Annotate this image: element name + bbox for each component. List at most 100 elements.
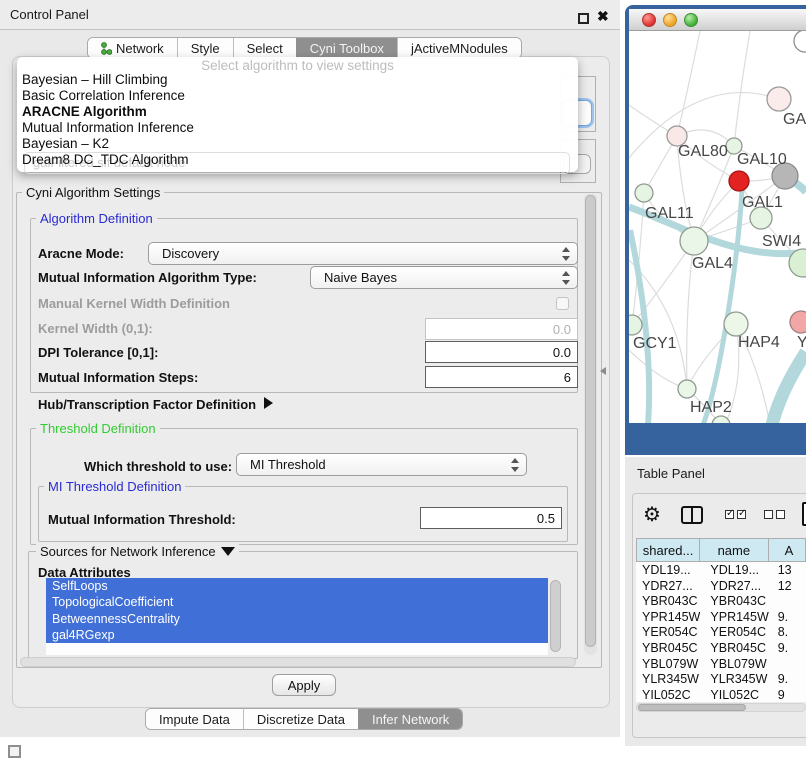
stepper-icon — [561, 271, 570, 285]
tab-discretize-data[interactable]: Discretize Data — [243, 709, 358, 729]
tab-label: Impute Data — [159, 712, 230, 727]
tab-impute-data[interactable]: Impute Data — [146, 709, 243, 729]
algorithm-option[interactable]: Bayesian – K2 — [22, 136, 573, 152]
manual-kernel-checkbox[interactable] — [556, 297, 569, 310]
column-layout-icon[interactable] — [681, 506, 703, 524]
scrollbar-thumb[interactable] — [638, 704, 746, 711]
algorithm-option[interactable]: Dream8 DC_TDC Algorithm — [22, 152, 573, 168]
network-canvas[interactable]: GALGAL80GAL10GAL1GAL11GAL4SWI4GCY1HAP4YH… — [629, 31, 806, 423]
network-node[interactable] — [678, 380, 696, 398]
select-all-rows-icon[interactable] — [725, 510, 746, 519]
checked-checkbox-icon — [737, 510, 746, 519]
scrollbar-thumb[interactable] — [585, 195, 596, 647]
attribute-item[interactable]: TopologicalCoefficient — [46, 594, 548, 610]
network-node[interactable] — [729, 171, 749, 191]
network-node[interactable] — [794, 31, 806, 52]
table-row[interactable]: YLR345WYLR345W9. — [636, 671, 806, 687]
attribute-item[interactable]: SelfLoops — [46, 578, 548, 594]
node-label: HAP4 — [738, 334, 780, 351]
tab-label: Cyni Toolbox — [310, 41, 384, 56]
algorithm-dropdown-popup: galFiltered.sif default node Select algo… — [17, 57, 578, 172]
close-traffic-light-icon[interactable] — [642, 13, 656, 27]
algorithm-option[interactable]: Basic Correlation Inference — [22, 88, 573, 104]
float-window-icon[interactable] — [578, 13, 589, 24]
settings-hscrollbar[interactable] — [20, 657, 576, 667]
hub-definition-toggle[interactable]: Hub/Transcription Factor Definition — [38, 397, 273, 412]
table-cell: YBR045C — [636, 640, 700, 656]
table-row[interactable]: YER054CYER054C8. — [636, 624, 806, 640]
kernel-width-field[interactable]: 0.0 — [425, 318, 578, 340]
data-attributes-list[interactable]: SelfLoopsTopologicalCoefficientBetweenne… — [46, 578, 548, 655]
close-icon[interactable]: ✖ — [597, 8, 609, 25]
table-hscrollbar[interactable] — [636, 703, 806, 712]
network-node[interactable] — [767, 87, 791, 111]
settings-scrollbar[interactable] — [584, 193, 597, 655]
tab-network[interactable]: Network — [88, 38, 177, 58]
table-row[interactable]: YBL079WYBL079W — [636, 656, 806, 672]
popup-prompt: Select algorithm to view settings — [17, 58, 578, 73]
unchecked-checkbox-icon — [776, 510, 785, 519]
network-edge[interactable] — [772, 352, 806, 423]
grid-corner-icon[interactable] — [8, 745, 21, 758]
table-cell: YBL079W — [636, 656, 700, 672]
attribute-item[interactable]: BetweennessCentrality — [46, 611, 548, 627]
node-label: GAL10 — [737, 151, 787, 168]
attribute-item[interactable]: gal4RGexp — [46, 627, 548, 643]
column-header[interactable]: shared... — [636, 538, 700, 562]
table-row[interactable]: YDL19...YDL19...13 — [636, 562, 806, 578]
aracne-mode-select[interactable]: Discovery — [148, 242, 578, 265]
tab-select[interactable]: Select — [233, 38, 296, 58]
tab-cyni-toolbox[interactable]: Cyni Toolbox — [296, 38, 397, 58]
tab-infer-network[interactable]: Infer Network — [358, 709, 462, 729]
table-row[interactable]: YPR145WYPR145W9. — [636, 609, 806, 625]
table-panel-title: Table Panel — [637, 466, 705, 481]
algorithm-option[interactable]: ARACNE Algorithm — [22, 104, 573, 120]
table-cell: YDL19... — [700, 562, 769, 578]
network-node[interactable] — [680, 227, 708, 255]
algorithm-option[interactable]: Mutual Information Inference — [22, 120, 573, 136]
document-icon[interactable] — [802, 502, 806, 526]
column-header[interactable]: name — [700, 538, 768, 562]
node-table[interactable]: shared...nameA YDL19...YDL19...13YDR27..… — [636, 538, 806, 702]
table-cell: YER054C — [700, 624, 769, 640]
control-panel-titlebar: Control Panel ✖ — [0, 0, 620, 30]
mi-type-label: Mutual Information Algorithm Type: — [38, 270, 257, 285]
expand-arrow-icon — [264, 397, 273, 409]
table-row[interactable]: YIL052CYIL052C9 — [636, 687, 806, 702]
table-row[interactable]: YDR27...YDR27...12 — [636, 578, 806, 594]
table-row[interactable]: YBR043CYBR043C — [636, 593, 806, 609]
table-row[interactable]: YBR045CYBR045C9. — [636, 640, 806, 656]
network-window-titlebar[interactable] — [629, 9, 806, 31]
attributes-scrollbar[interactable] — [549, 578, 562, 655]
network-edge[interactable] — [677, 31, 700, 136]
gear-icon[interactable]: ⚙ — [643, 502, 661, 527]
network-node[interactable] — [635, 184, 653, 202]
dpi-tolerance-field[interactable]: 0.0 — [425, 341, 578, 363]
mi-steps-field[interactable]: 6 — [425, 366, 578, 388]
splitter-collapse-icon[interactable] — [600, 367, 606, 375]
tab-label: Infer Network — [372, 712, 449, 727]
deselect-all-rows-icon[interactable] — [764, 510, 785, 519]
tab-jactivemnodules[interactable]: jActiveMNodules — [397, 38, 521, 58]
algorithm-option[interactable]: Bayesian – Hill Climbing — [22, 72, 573, 88]
node-label: GAL80 — [678, 143, 728, 160]
mi-type-value: Naive Bayes — [324, 270, 397, 285]
tab-style[interactable]: Style — [177, 38, 233, 58]
zoom-traffic-light-icon[interactable] — [684, 13, 698, 27]
column-header[interactable]: A — [769, 538, 806, 562]
network-node[interactable] — [629, 315, 642, 335]
network-edge[interactable] — [734, 31, 750, 146]
network-edge[interactable] — [629, 350, 687, 389]
mi-threshold-field[interactable]: 0.5 — [420, 507, 562, 529]
scrollbar-thumb[interactable] — [550, 580, 561, 652]
sources-toggle[interactable]: Sources for Network Inference — [36, 544, 239, 559]
table-cell: 12 — [770, 578, 806, 594]
minimize-traffic-light-icon[interactable] — [663, 13, 677, 27]
network-node[interactable] — [724, 312, 748, 336]
algorithm-definition-title: Algorithm Definition — [36, 211, 157, 226]
mi-type-select[interactable]: Naive Bayes — [310, 266, 578, 289]
apply-button[interactable]: Apply — [272, 674, 336, 696]
network-node[interactable] — [790, 311, 806, 333]
table-cell: 8. — [770, 624, 806, 640]
which-threshold-select[interactable]: MI Threshold — [236, 453, 527, 476]
